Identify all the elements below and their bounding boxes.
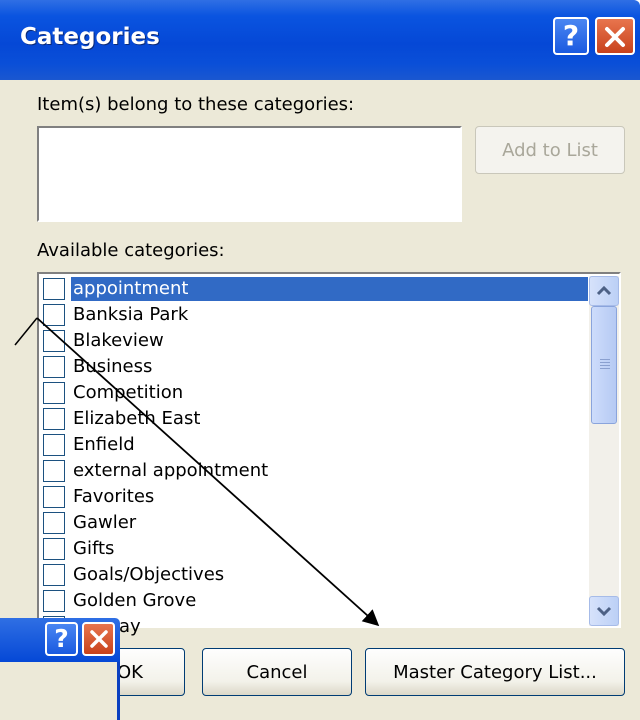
belong-label: Item(s) belong to these categories: xyxy=(37,94,355,115)
category-checkbox[interactable] xyxy=(43,330,65,352)
list-item[interactable]: Gifts xyxy=(41,536,587,562)
available-categories-list[interactable]: appointment Banksia Park Blakeview Business… xyxy=(37,272,621,638)
help-icon: ? xyxy=(54,624,69,653)
category-checkbox[interactable] xyxy=(43,486,65,508)
second-help-button[interactable]: ? xyxy=(45,622,78,656)
scroll-up-icon xyxy=(596,285,612,296)
list-item[interactable]: Goals/Objectives xyxy=(41,562,587,588)
cancel-button[interactable]: Cancel xyxy=(202,648,352,696)
category-label: Business xyxy=(73,356,153,377)
list-item[interactable]: Business xyxy=(41,354,587,380)
category-checkbox[interactable] xyxy=(43,512,65,534)
category-checkbox[interactable] xyxy=(43,278,65,300)
vertical-scrollbar[interactable] xyxy=(589,276,619,626)
scroll-down-icon xyxy=(596,606,612,617)
category-label: Goals/Objectives xyxy=(73,564,225,585)
list-item[interactable]: Golden Grove xyxy=(41,588,587,614)
close-icon xyxy=(605,27,625,47)
scroll-thumb[interactable] xyxy=(591,306,617,424)
category-checkbox[interactable] xyxy=(43,382,65,404)
category-label: Blakeview xyxy=(73,330,164,351)
second-close-button[interactable] xyxy=(82,622,115,656)
scroll-up-button[interactable] xyxy=(589,276,619,306)
list-item[interactable]: Favorites xyxy=(41,484,587,510)
list-item[interactable]: appointment xyxy=(41,276,588,302)
category-checkbox[interactable] xyxy=(43,304,65,326)
category-rows: appointment Banksia Park Blakeview Business… xyxy=(41,276,588,640)
list-item[interactable]: Elizabeth East xyxy=(41,406,587,432)
dialog-title: Categories xyxy=(20,24,160,50)
category-checkbox[interactable] xyxy=(43,408,65,430)
list-item[interactable]: Blakeview xyxy=(41,328,587,354)
add-to-list-button[interactable]: Add to List xyxy=(475,126,625,174)
category-checkbox[interactable] xyxy=(43,590,65,612)
close-icon xyxy=(90,630,108,648)
second-dialog-fragment: ? xyxy=(0,618,120,720)
category-label: Enfield xyxy=(73,434,135,455)
category-label: Competition xyxy=(73,382,184,403)
second-dialog-body xyxy=(0,662,120,720)
list-item[interactable]: Enfield xyxy=(41,432,587,458)
close-button[interactable] xyxy=(595,17,635,55)
category-label: Favorites xyxy=(73,486,155,507)
list-item[interactable]: Holiday xyxy=(41,614,587,640)
help-button[interactable]: ? xyxy=(553,17,589,55)
category-label: Elizabeth East xyxy=(73,408,201,429)
category-checkbox[interactable] xyxy=(43,460,65,482)
category-checkbox[interactable] xyxy=(43,434,65,456)
list-item[interactable]: Banksia Park xyxy=(41,302,587,328)
list-item[interactable]: external appointment xyxy=(41,458,587,484)
belong-categories-field[interactable] xyxy=(37,126,462,222)
category-checkbox[interactable] xyxy=(43,564,65,586)
category-label: Banksia Park xyxy=(73,304,189,325)
scroll-down-button[interactable] xyxy=(589,596,619,626)
category-label: Gifts xyxy=(73,538,115,559)
category-checkbox[interactable] xyxy=(43,538,65,560)
category-checkbox[interactable] xyxy=(43,356,65,378)
category-label: Gawler xyxy=(73,512,137,533)
available-label: Available categories: xyxy=(37,240,225,261)
category-label: Golden Grove xyxy=(73,590,197,611)
category-label: external appointment xyxy=(73,460,269,481)
list-item[interactable]: Gawler xyxy=(41,510,587,536)
title-bar[interactable]: Categories ? xyxy=(0,0,640,80)
second-dialog-title-bar[interactable]: ? xyxy=(0,618,120,662)
categories-dialog: Categories ? Item(s) belong to these cat… xyxy=(0,0,640,720)
list-item[interactable]: Competition xyxy=(41,380,587,406)
help-icon: ? xyxy=(562,19,580,52)
category-label: appointment xyxy=(71,277,588,301)
master-category-list-button[interactable]: Master Category List... xyxy=(365,648,625,696)
